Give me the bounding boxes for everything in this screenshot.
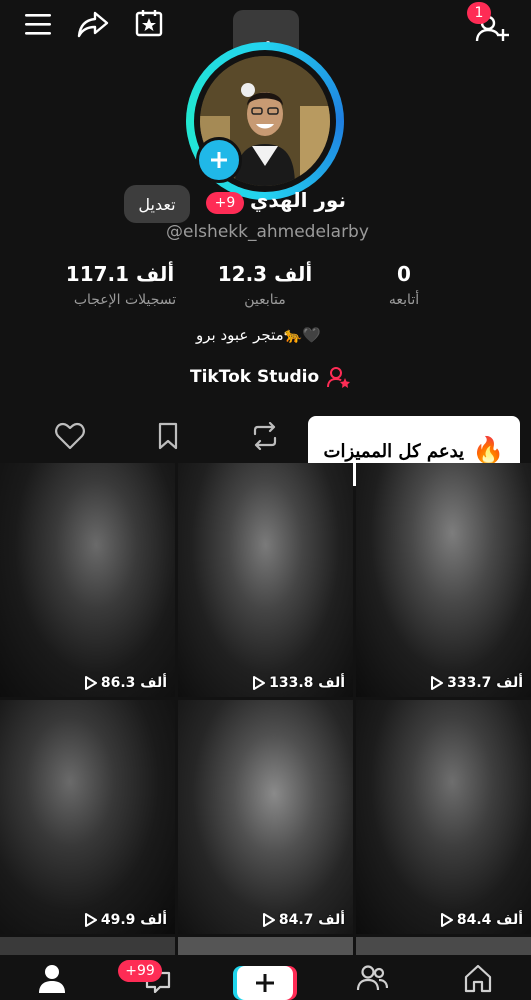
view-count-text: 333.7 ألف	[447, 675, 523, 691]
tab-saved[interactable]	[148, 418, 188, 454]
video-tile[interactable]: 49.9 ألف	[0, 700, 175, 934]
plus-icon	[211, 152, 227, 168]
view-count-text: 133.8 ألف	[269, 675, 345, 691]
view-count: 333.7 ألف	[430, 675, 523, 691]
username: @elshekk_ahmedelarby	[166, 222, 369, 242]
fire-icon: 🔥	[472, 436, 505, 466]
display-name: نور الهدي	[250, 188, 346, 212]
following-label: أتابعه	[388, 292, 420, 308]
repost-icon	[253, 422, 277, 450]
notification-badge: 1	[467, 2, 491, 24]
nav-profile[interactable]	[22, 955, 82, 1000]
play-icon	[262, 913, 275, 927]
video-tile[interactable]: 84.4 ألف	[356, 700, 531, 934]
video-tile[interactable]: 333.7 ألف	[356, 463, 531, 697]
play-icon	[84, 676, 97, 690]
view-count: 133.8 ألف	[252, 675, 345, 691]
inbox-badge: +99	[118, 960, 162, 982]
view-count: 86.3 ألف	[84, 675, 167, 691]
calendar-star-icon	[135, 10, 163, 37]
profile-icon	[39, 964, 65, 993]
bookmark-icon	[158, 422, 178, 450]
tiktok-studio-link[interactable]: TikTok Studio	[190, 366, 351, 388]
add-story-button[interactable]	[196, 137, 242, 183]
followers-label: متابعين	[244, 292, 286, 308]
edit-profile-button[interactable]: تعديل	[124, 185, 190, 223]
heart-icon	[55, 422, 85, 450]
play-icon	[440, 913, 453, 927]
likes-count[interactable]: 117.1 ألف	[60, 262, 180, 286]
create-plus-icon	[256, 974, 274, 992]
view-count-text: 84.4 ألف	[456, 912, 523, 928]
menu-button[interactable]	[18, 4, 58, 44]
nav-friends[interactable]	[342, 955, 402, 1000]
view-count-text: 84.7 ألف	[278, 912, 345, 928]
video-tile[interactable]: 133.8 ألف	[178, 463, 353, 697]
promo-text: يدعم كل المميزات	[323, 440, 465, 462]
video-tile[interactable]	[0, 937, 175, 957]
following-count[interactable]: 0	[364, 262, 444, 286]
bio: متجر عبود برو🐆🖤	[196, 326, 322, 344]
share-arrow-icon	[77, 11, 109, 38]
video-tile[interactable]: 86.3 ألف	[0, 463, 175, 697]
name-badge[interactable]: +9	[206, 192, 244, 214]
likes-label: تسجيلات الإعجاب	[73, 292, 177, 308]
hamburger-icon	[25, 14, 51, 35]
nav-home[interactable]	[448, 955, 508, 1000]
share-button[interactable]	[73, 4, 113, 44]
view-count: 84.7 ألف	[262, 912, 345, 928]
play-icon	[253, 676, 266, 690]
tab-reposts[interactable]	[245, 418, 285, 454]
view-count: 84.4 ألف	[440, 912, 523, 928]
view-count-text: 49.9 ألف	[100, 912, 167, 928]
friends-icon	[356, 964, 388, 990]
create-button[interactable]	[237, 966, 293, 1000]
video-tile[interactable]	[356, 937, 531, 957]
followers-count[interactable]: 12.3 ألف	[205, 262, 325, 286]
home-icon	[464, 964, 492, 992]
studio-label: TikTok Studio	[190, 367, 320, 387]
calendar-button[interactable]	[129, 3, 169, 43]
studio-user-star-icon	[327, 367, 351, 388]
tab-liked[interactable]	[50, 418, 90, 454]
play-icon	[84, 913, 97, 927]
video-tile[interactable]: 84.7 ألف	[178, 700, 353, 934]
play-icon	[431, 676, 444, 690]
video-tile[interactable]	[178, 937, 353, 957]
view-count-text: 86.3 ألف	[100, 675, 167, 691]
view-count: 49.9 ألف	[84, 912, 167, 928]
